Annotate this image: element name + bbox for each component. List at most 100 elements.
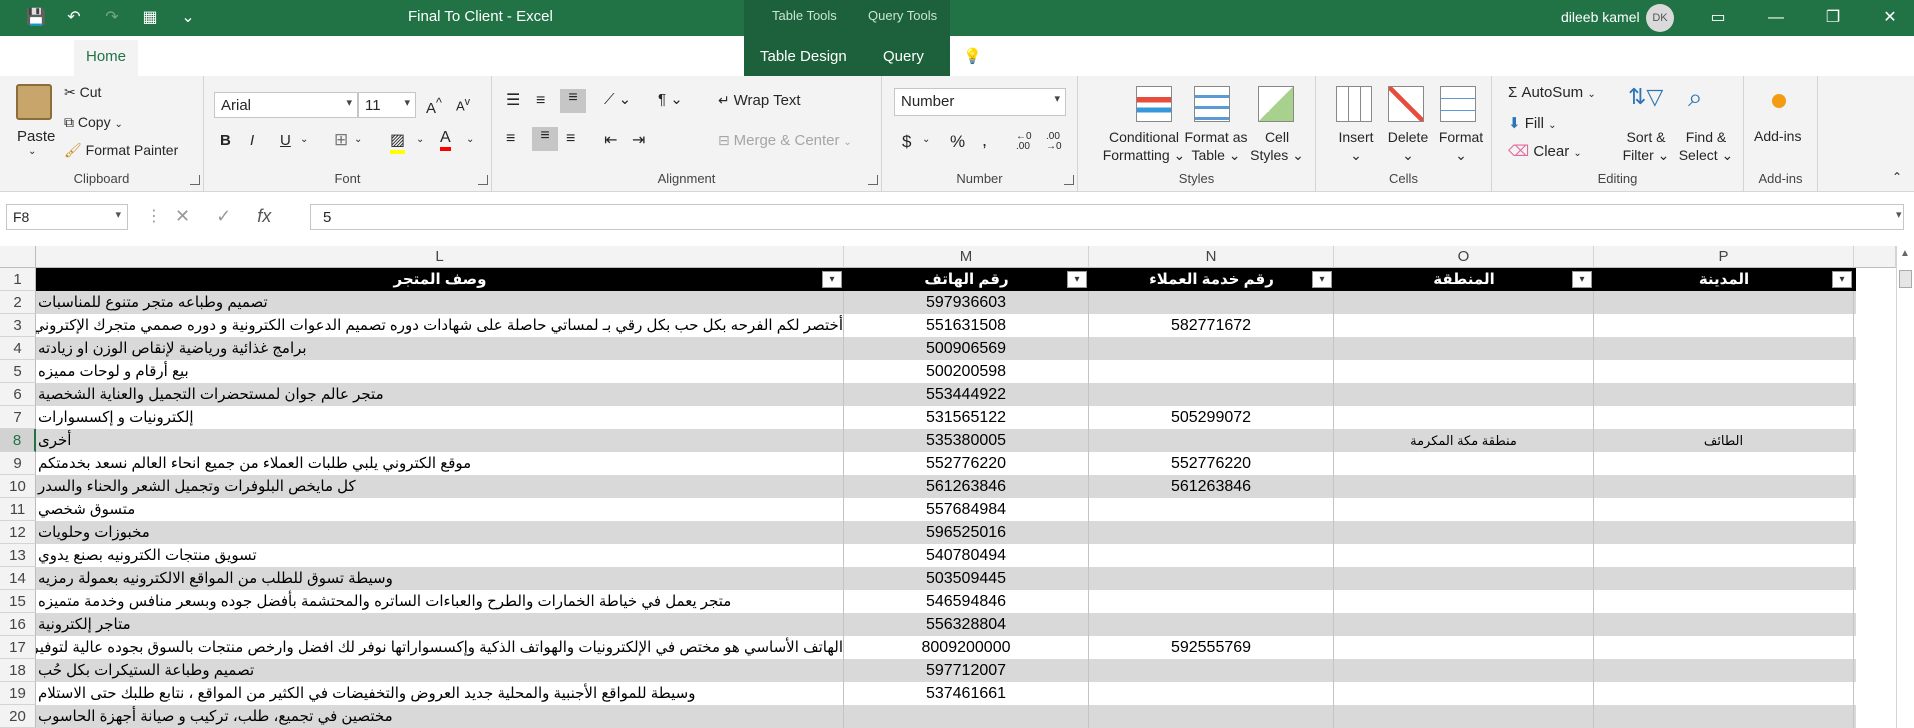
cell-n[interactable] bbox=[1089, 705, 1334, 728]
chevron-down-icon[interactable]: ⌄ bbox=[466, 134, 474, 145]
cell-m[interactable] bbox=[844, 705, 1089, 728]
cell-p[interactable] bbox=[1594, 659, 1854, 682]
avatar[interactable]: DK bbox=[1646, 4, 1674, 32]
cell-p[interactable] bbox=[1594, 590, 1854, 613]
cell-n[interactable]: 505299072 bbox=[1089, 406, 1334, 429]
cell-o[interactable] bbox=[1334, 291, 1594, 314]
align-left-icon[interactable]: ≡ bbox=[506, 130, 515, 148]
row-header[interactable]: 6 bbox=[0, 383, 36, 406]
cell-p[interactable] bbox=[1594, 475, 1854, 498]
number-format-dropdown[interactable]: Number ▾ bbox=[894, 88, 1066, 116]
row-header[interactable]: 7 bbox=[0, 406, 36, 429]
cell-o[interactable] bbox=[1334, 452, 1594, 475]
collapse-ribbon-icon[interactable]: ⌃ bbox=[1892, 170, 1902, 184]
filter-dropdown-icon[interactable]: ▾ bbox=[822, 271, 842, 288]
cell-l[interactable]: وسيطة تسوق للطلب من المواقع الالكترونيه … bbox=[36, 567, 844, 590]
chevron-down-icon[interactable]: ⌄ bbox=[922, 134, 930, 145]
enter-icon[interactable]: ✓ bbox=[216, 206, 231, 227]
cell-m[interactable]: 556328804 bbox=[844, 613, 1089, 636]
expand-formula-bar-icon[interactable]: ▾ bbox=[1896, 208, 1902, 221]
cell-n[interactable]: 592555769 bbox=[1089, 636, 1334, 659]
tab-insert[interactable]: Insert bbox=[155, 48, 193, 65]
save-icon[interactable]: 💾 bbox=[22, 6, 50, 30]
cell-o[interactable] bbox=[1334, 360, 1594, 383]
cell-n[interactable] bbox=[1089, 659, 1334, 682]
comments-icon[interactable]: 🗨 bbox=[1880, 46, 1899, 64]
text-direction-icon[interactable]: ¶ ⌄ bbox=[658, 90, 683, 108]
minimize-icon[interactable]: — bbox=[1756, 4, 1796, 32]
cell-l[interactable]: تصميم وطباعة الستيكرات بكل حُب bbox=[36, 659, 844, 682]
cell-p[interactable] bbox=[1594, 636, 1854, 659]
comma-button[interactable]: , bbox=[982, 130, 987, 151]
cell-o[interactable] bbox=[1334, 659, 1594, 682]
header-cell-l[interactable]: وصف المتجر bbox=[36, 268, 844, 291]
header-cell-p[interactable]: المدينة bbox=[1594, 268, 1854, 291]
user-name[interactable]: dileeb kamel bbox=[1561, 9, 1640, 25]
tab-page-layout[interactable]: Page Layout bbox=[217, 48, 301, 65]
scroll-thumb[interactable] bbox=[1899, 270, 1912, 288]
cell-o[interactable] bbox=[1334, 521, 1594, 544]
cell-p[interactable] bbox=[1594, 452, 1854, 475]
select-all-corner[interactable] bbox=[0, 246, 36, 268]
row-header[interactable]: 15 bbox=[0, 590, 36, 613]
header-cell-o[interactable]: المنطقة bbox=[1334, 268, 1594, 291]
cell-m[interactable]: 500200598 bbox=[844, 360, 1089, 383]
cell-m[interactable]: 546594846 bbox=[844, 590, 1089, 613]
cell-m[interactable]: 557684984 bbox=[844, 498, 1089, 521]
cell-l[interactable]: إلكترونيات و إكسسوارات bbox=[36, 406, 844, 429]
header-cell-n[interactable]: رقم خدمة العملاء bbox=[1089, 268, 1334, 291]
font-name-dropdown[interactable]: Arial ▾ bbox=[214, 92, 358, 118]
column-header-p[interactable]: P bbox=[1594, 246, 1854, 268]
clipboard-launcher-icon[interactable] bbox=[190, 175, 200, 185]
cell-o[interactable] bbox=[1334, 498, 1594, 521]
cell-o[interactable] bbox=[1334, 544, 1594, 567]
alignment-launcher-icon[interactable] bbox=[868, 175, 878, 185]
cell-n[interactable]: 561263846 bbox=[1089, 475, 1334, 498]
cell-o[interactable] bbox=[1334, 705, 1594, 728]
row-header[interactable]: 4 bbox=[0, 337, 36, 360]
cell-p[interactable]: الطائف bbox=[1594, 429, 1854, 452]
format-painter-button[interactable]: 🖌 Format Painter bbox=[64, 142, 178, 159]
merge-center-button[interactable]: ⊟ Merge & Center ⌄ bbox=[718, 132, 852, 149]
italic-button[interactable]: I bbox=[250, 132, 254, 149]
tab-formulas[interactable]: Formulas bbox=[324, 48, 387, 65]
name-box[interactable]: F8 ▾ bbox=[6, 204, 128, 230]
cell-m[interactable]: 552776220 bbox=[844, 452, 1089, 475]
row-header[interactable]: 14 bbox=[0, 567, 36, 590]
cell-p[interactable] bbox=[1594, 521, 1854, 544]
header-cell-m[interactable]: رقم الهاتف bbox=[844, 268, 1089, 291]
column-header-m[interactable]: M bbox=[844, 246, 1089, 268]
row-header[interactable]: 8 bbox=[0, 429, 36, 452]
cell-o[interactable] bbox=[1334, 682, 1594, 705]
cancel-icon[interactable]: ✕ bbox=[175, 206, 190, 227]
cell-p[interactable] bbox=[1594, 682, 1854, 705]
formula-input[interactable]: 5 bbox=[310, 204, 1904, 230]
cell-l[interactable]: الهاتف الأساسي هو مختص في الإلكترونيات و… bbox=[36, 636, 844, 659]
cell-m[interactable]: 596525016 bbox=[844, 521, 1089, 544]
row-header[interactable]: 9 bbox=[0, 452, 36, 475]
align-center-icon[interactable]: ≡ bbox=[532, 127, 558, 151]
currency-button[interactable]: $ bbox=[902, 132, 911, 152]
cell-p[interactable] bbox=[1594, 613, 1854, 636]
increase-decimal-icon[interactable]: ←0.00 bbox=[1016, 132, 1032, 152]
chevron-down-icon[interactable]: ⌄ bbox=[416, 134, 424, 145]
cell-p[interactable] bbox=[1594, 383, 1854, 406]
cell-n[interactable] bbox=[1089, 429, 1334, 452]
cell-p[interactable] bbox=[1594, 544, 1854, 567]
cell-n[interactable]: 582771672 bbox=[1089, 314, 1334, 337]
font-size-dropdown[interactable]: 11 ▾ bbox=[358, 92, 416, 118]
fill-button[interactable]: ⬇ Fill ⌄ bbox=[1508, 114, 1556, 132]
copy-button[interactable]: ⧉ Copy ⌄ bbox=[64, 114, 123, 131]
row-header[interactable]: 10 bbox=[0, 475, 36, 498]
cell-n[interactable] bbox=[1089, 521, 1334, 544]
row-header[interactable]: 3 bbox=[0, 314, 36, 337]
column-header-next[interactable] bbox=[1854, 246, 1896, 268]
cell-p[interactable] bbox=[1594, 567, 1854, 590]
cell-n[interactable] bbox=[1089, 590, 1334, 613]
cell-n[interactable] bbox=[1089, 567, 1334, 590]
decrease-indent-icon[interactable]: ⇤ bbox=[604, 130, 617, 150]
cell-n[interactable] bbox=[1089, 337, 1334, 360]
font-color-button[interactable]: A bbox=[440, 129, 451, 151]
cell-p[interactable] bbox=[1594, 337, 1854, 360]
column-header-o[interactable]: O bbox=[1334, 246, 1594, 268]
